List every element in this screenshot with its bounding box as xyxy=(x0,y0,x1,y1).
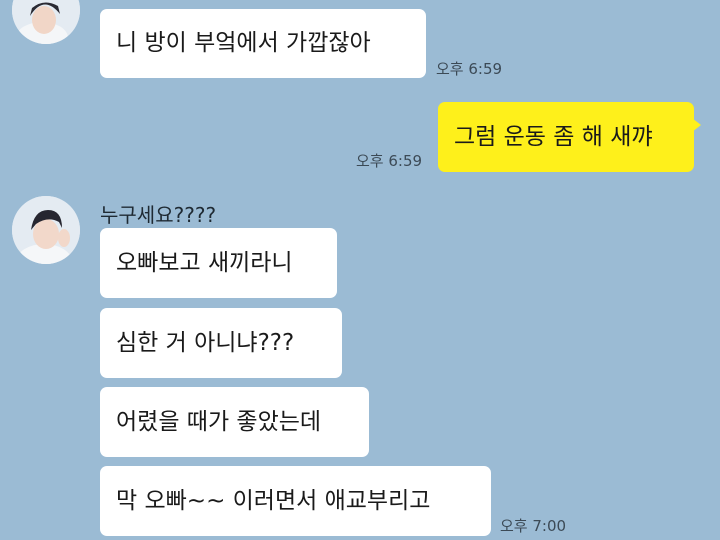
sender-name: 누구세요???? xyxy=(100,203,217,227)
message-text: 그럼 운동 좀 해 새꺄 xyxy=(454,123,653,150)
message-time: 오후 6:59 xyxy=(436,60,503,78)
profile-avatar[interactable] xyxy=(12,196,80,264)
message-text: 막 오빠~~ 이러면서 애교부리고 xyxy=(116,487,431,514)
avatar-photo xyxy=(12,0,80,44)
message-time: 오후 6:59 xyxy=(356,152,423,170)
message-bubble[interactable]: 니 방이 부엌에서 가깝잖아 xyxy=(100,9,426,78)
message-text: 심한 거 아니냐??? xyxy=(116,329,295,356)
message-text: 어렸을 때가 좋았는데 xyxy=(116,408,322,435)
avatar-photo xyxy=(12,196,80,264)
my-message-bubble[interactable]: 그럼 운동 좀 해 새꺄 xyxy=(438,102,694,172)
profile-avatar[interactable] xyxy=(12,0,80,44)
message-bubble[interactable]: 어렸을 때가 좋았는데 xyxy=(100,387,369,457)
message-bubble[interactable]: 오빠보고 새끼라니 xyxy=(100,228,337,298)
message-bubble[interactable]: 심한 거 아니냐??? xyxy=(100,308,342,378)
message-time: 오후 7:00 xyxy=(500,517,567,535)
message-text: 니 방이 부엌에서 가깝잖아 xyxy=(116,30,371,56)
message-bubble[interactable]: 막 오빠~~ 이러면서 애교부리고 xyxy=(100,466,491,536)
message-text: 오빠보고 새끼라니 xyxy=(116,249,293,276)
bubble-tail xyxy=(692,118,701,132)
